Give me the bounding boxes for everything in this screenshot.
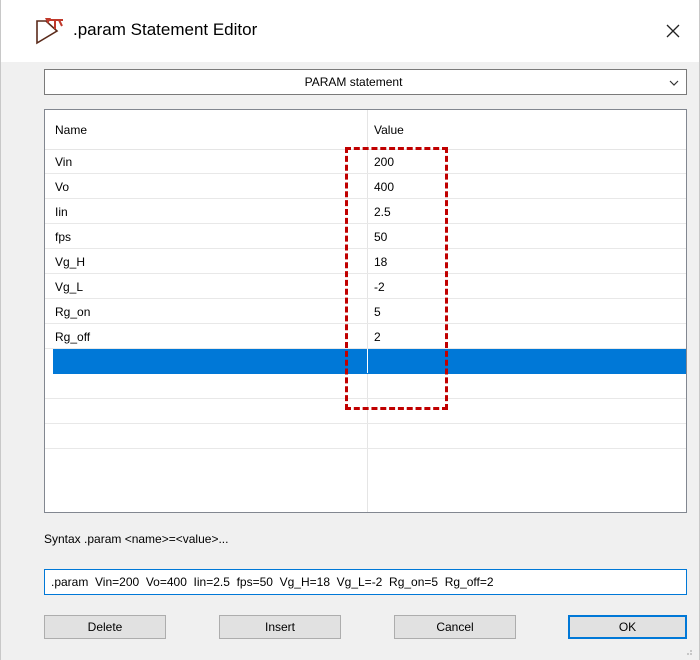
column-header-value[interactable]: Value xyxy=(374,123,404,137)
table-row[interactable]: Vg_H 18 xyxy=(45,249,686,274)
param-value-cell[interactable]: 5 xyxy=(374,305,381,319)
param-value-cell[interactable]: 2.5 xyxy=(374,205,391,219)
param-name-cell[interactable]: Vg_L xyxy=(55,280,83,294)
param-editor-dialog: .param Statement Editor PARAM statement … xyxy=(0,0,700,660)
param-grid[interactable]: Name Value Vin 200 Vo 400 Iin 2.5 fps 50… xyxy=(44,109,687,513)
param-value-cell[interactable]: -2 xyxy=(374,280,385,294)
param-value-cell[interactable]: 200 xyxy=(374,155,394,169)
param-value-cell[interactable]: 400 xyxy=(374,180,394,194)
statement-type-select[interactable]: PARAM statement xyxy=(44,69,687,95)
param-name-cell[interactable]: Iin xyxy=(55,205,68,219)
delete-button[interactable]: Delete xyxy=(44,615,166,639)
statement-text-input[interactable] xyxy=(44,569,687,595)
syntax-hint: Syntax .param <name>=<value>... xyxy=(44,532,229,546)
empty-row[interactable] xyxy=(45,374,686,399)
param-name-cell[interactable]: Rg_off xyxy=(55,330,90,344)
param-name-cell[interactable]: Vo xyxy=(55,180,69,194)
chevron-down-icon xyxy=(669,80,679,86)
ok-button[interactable]: OK xyxy=(568,615,687,639)
resize-grip-icon[interactable] xyxy=(683,646,693,656)
table-row[interactable]: Vo 400 xyxy=(45,174,686,199)
statement-type-value: PARAM statement xyxy=(304,75,403,89)
param-name-cell[interactable]: Rg_on xyxy=(55,305,90,319)
app-logo-icon xyxy=(35,17,65,45)
grid-header: Name Value xyxy=(45,110,686,150)
param-name-cell[interactable]: Vg_H xyxy=(55,255,85,269)
table-row[interactable]: Rg_off 2 xyxy=(45,324,686,349)
param-name-cell[interactable]: Vin xyxy=(55,155,72,169)
close-icon xyxy=(666,24,680,38)
param-value-cell[interactable]: 50 xyxy=(374,230,387,244)
param-name-cell[interactable]: fps xyxy=(55,230,71,244)
table-row[interactable]: fps 50 xyxy=(45,224,686,249)
close-button[interactable] xyxy=(655,14,691,48)
grid-rows: Vin 200 Vo 400 Iin 2.5 fps 50 Vg_H 18 Vg… xyxy=(45,149,686,449)
selected-row-divider xyxy=(367,349,368,373)
cancel-button[interactable]: Cancel xyxy=(394,615,516,639)
table-row[interactable]: Iin 2.5 xyxy=(45,199,686,224)
empty-row[interactable] xyxy=(45,399,686,424)
table-row[interactable]: Rg_on 5 xyxy=(45,299,686,324)
selected-empty-row[interactable] xyxy=(53,349,686,374)
table-row[interactable]: Vg_L -2 xyxy=(45,274,686,299)
insert-button[interactable]: Insert xyxy=(219,615,341,639)
title-bar[interactable]: .param Statement Editor xyxy=(1,0,699,62)
table-row[interactable]: Vin 200 xyxy=(45,149,686,174)
empty-row[interactable] xyxy=(45,424,686,449)
param-value-cell[interactable]: 2 xyxy=(374,330,381,344)
column-header-name[interactable]: Name xyxy=(55,123,87,137)
window-title: .param Statement Editor xyxy=(73,20,258,39)
param-value-cell[interactable]: 18 xyxy=(374,255,387,269)
